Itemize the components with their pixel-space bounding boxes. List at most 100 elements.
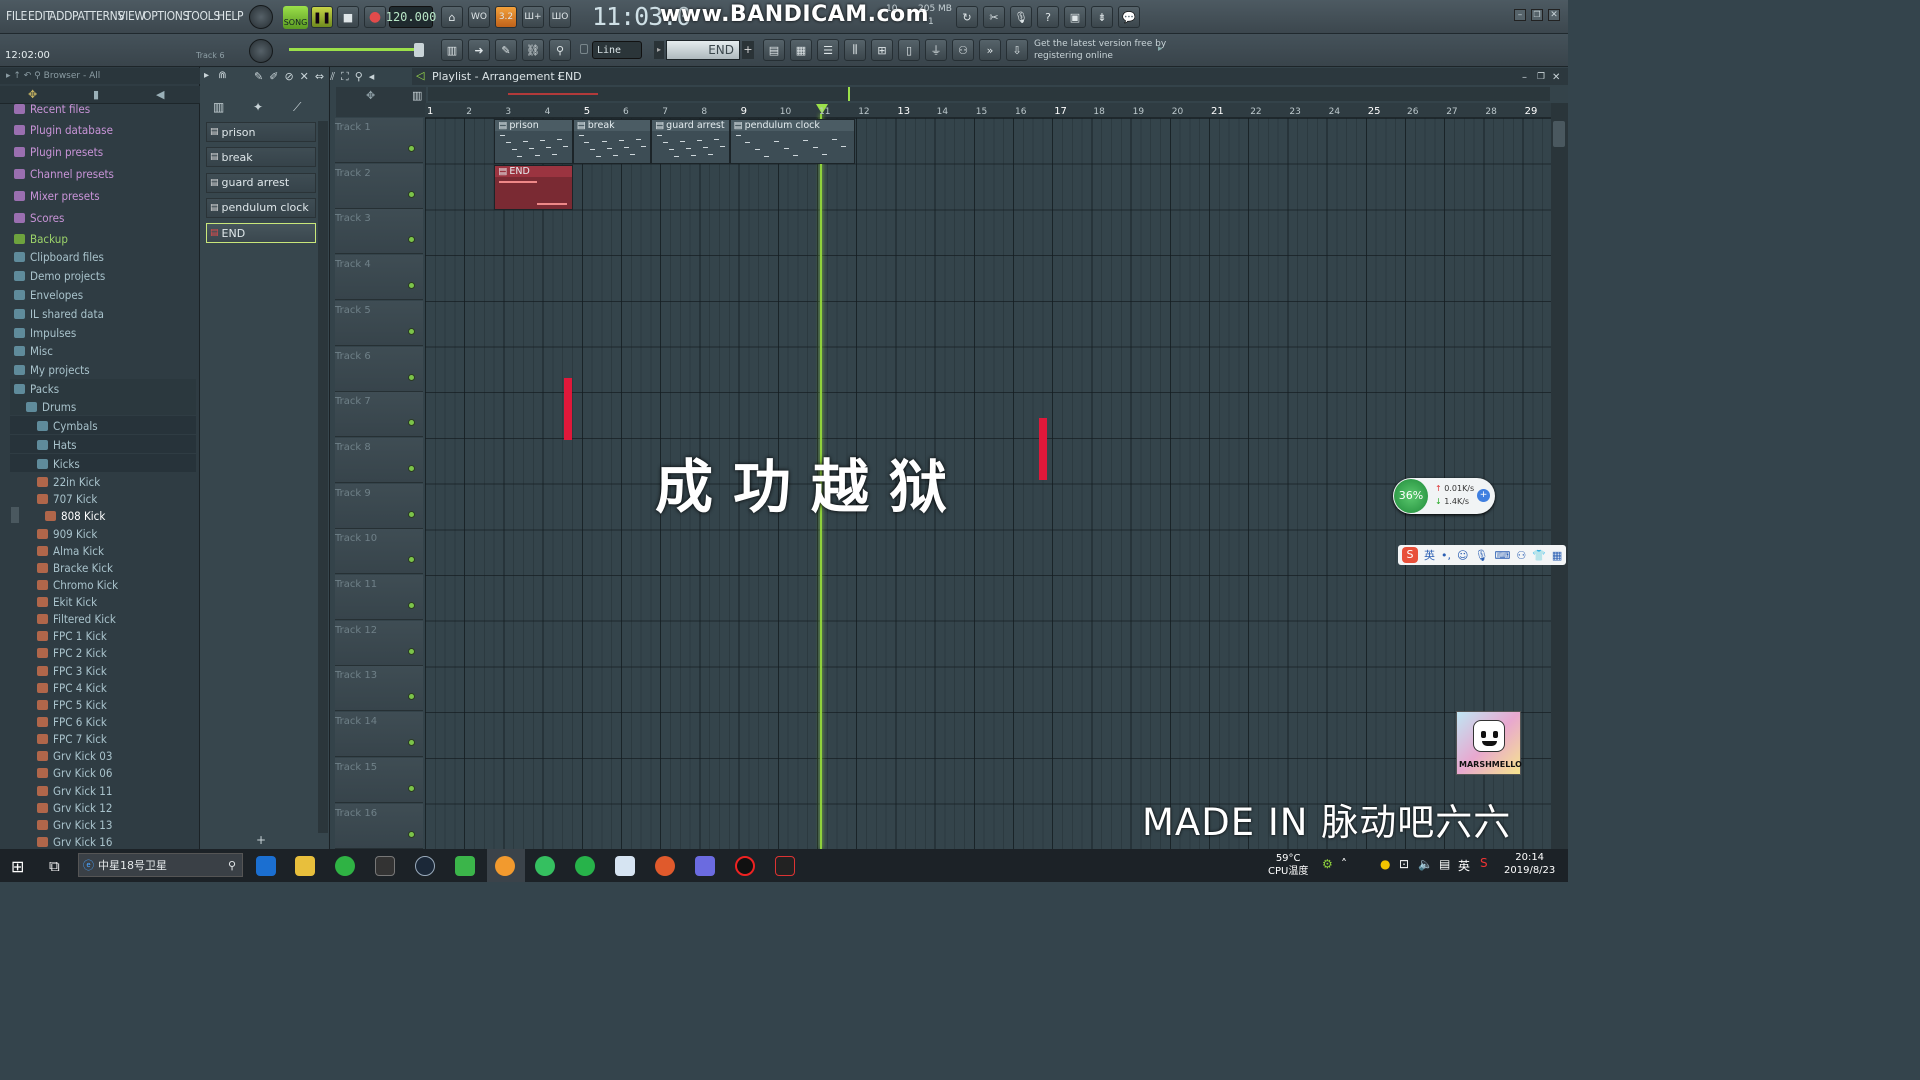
loop-record-button[interactable]: ШО: [549, 6, 571, 28]
browser-item[interactable]: Ekit Kick: [37, 595, 97, 609]
render-button[interactable]: ⇟: [1091, 6, 1113, 28]
track-mute-led[interactable]: [408, 510, 415, 518]
track-mute-led[interactable]: [408, 693, 415, 701]
taskbar-search-box[interactable]: ⓔ 中星18号卫星 ⚲: [78, 853, 243, 877]
snap-icon[interactable]: ✥: [366, 89, 375, 102]
browser-item[interactable]: Chromo Kick: [37, 578, 118, 592]
playlist-close-icon[interactable]: ✕: [1552, 72, 1560, 83]
browser-item[interactable]: Clipboard files: [14, 250, 104, 264]
playlist-play-icon[interactable]: ◁: [416, 69, 424, 82]
update-notice[interactable]: Get the latest version free by registeri…: [1034, 38, 1166, 62]
menu-help[interactable]: HELP: [217, 9, 244, 23]
punctuation-icon[interactable]: •,: [1441, 549, 1451, 562]
tools-icon[interactable]: ⚇: [1516, 549, 1526, 562]
pause-button[interactable]: ❚❚: [311, 6, 333, 28]
draw-tool-button[interactable]: ✎: [495, 39, 517, 61]
network-plus-icon[interactable]: +: [1477, 489, 1490, 502]
tray-security-icon[interactable]: ⚙: [1322, 857, 1333, 871]
tray-chevron-up-icon[interactable]: ˄: [1341, 857, 1347, 871]
chat-button[interactable]: 💬: [1118, 6, 1140, 28]
picker-piano-icon[interactable]: ▥: [213, 100, 224, 114]
emoji-icon[interactable]: ☺: [1457, 549, 1468, 562]
track-mute-led[interactable]: [408, 236, 415, 244]
browser-item[interactable]: Plugin presets: [14, 145, 103, 159]
time-scrollbar[interactable]: [428, 87, 1550, 101]
snap-select[interactable]: Line: [592, 41, 642, 59]
song-mode-toggle[interactable]: SONG: [283, 6, 308, 29]
browser-item[interactable]: Grv Kick 11: [37, 784, 112, 798]
browser-item[interactable]: Alma Kick: [37, 544, 104, 558]
bandicam-app-icon[interactable]: [775, 856, 795, 876]
tray-network-icon[interactable]: ⊡: [1399, 857, 1409, 871]
piano-roll-button[interactable]: ▥: [441, 39, 463, 61]
track-header[interactable]: Track 8: [335, 437, 423, 483]
track-mute-led[interactable]: [408, 739, 415, 747]
add-pattern-bottom-button[interactable]: +: [256, 833, 266, 847]
audio-input-button[interactable]: 🎙: [1010, 6, 1032, 28]
browser-item[interactable]: Recent files: [14, 102, 90, 116]
menu-view[interactable]: VIEW: [118, 9, 145, 23]
pattern-break[interactable]: ▤ break: [206, 147, 316, 168]
track-mute-led[interactable]: [408, 647, 415, 655]
pattern-prev-button[interactable]: ▸: [654, 41, 664, 59]
picker-audio-icon[interactable]: ✦: [253, 100, 263, 114]
track-header[interactable]: Track 12: [335, 620, 423, 666]
piano-mini-icon[interactable]: ▥: [412, 89, 422, 102]
grid-icon[interactable]: ▦: [1552, 549, 1562, 562]
menu-arrow-icon[interactable]: ▸: [204, 70, 209, 81]
picker-automation-icon[interactable]: ⟋: [293, 100, 301, 115]
track-mute-led[interactable]: [408, 830, 415, 838]
browser-item[interactable]: FPC 2 Kick: [37, 646, 107, 660]
picker-scrollbar[interactable]: [318, 121, 328, 833]
vertical-scrollbar-thumb[interactable]: [1553, 121, 1565, 147]
browser-item[interactable]: FPC 4 Kick: [37, 681, 107, 695]
recorder-button[interactable]: »: [979, 39, 1001, 61]
fl-studio-icon[interactable]: [495, 856, 515, 876]
track-mute-led[interactable]: [408, 556, 415, 564]
browser-item[interactable]: FPC 3 Kick: [37, 664, 107, 678]
tray-ime-indicator[interactable]: 英: [1458, 857, 1470, 874]
ime-language[interactable]: 英: [1424, 547, 1435, 563]
windows-start-icon[interactable]: ⊞: [11, 857, 24, 876]
master-volume-slider[interactable]: [289, 48, 419, 51]
track-header[interactable]: Track 16: [335, 803, 423, 849]
touch-keyboard-button[interactable]: ⚇: [952, 39, 974, 61]
origin-icon[interactable]: [655, 856, 675, 876]
browser-item[interactable]: FPC 1 Kick: [37, 629, 107, 643]
timeline-ruler[interactable]: [425, 103, 1551, 118]
tempo-display[interactable]: 120.000: [386, 6, 436, 28]
playlist-tools[interactable]: ✎✐⊘✕⇔⫽⛶⚲◂: [212, 70, 412, 84]
close-button[interactable]: ✕: [1548, 9, 1560, 21]
chat-app-icon[interactable]: [575, 856, 595, 876]
wait-input-button[interactable]: WO: [468, 6, 490, 28]
steam-icon[interactable]: [415, 856, 435, 876]
browser-item[interactable]: Grv Kick 13: [37, 818, 112, 832]
track-mute-led[interactable]: [408, 602, 415, 609]
download-button[interactable]: ⇩: [1006, 39, 1028, 61]
browser-item[interactable]: Grv Kick 06: [37, 766, 112, 780]
browser-item[interactable]: 909 Kick: [37, 527, 97, 541]
pattern-prison[interactable]: ▤ prison: [206, 122, 316, 142]
countdown-button[interactable]: 3.2: [495, 6, 517, 28]
project-button[interactable]: ▯: [898, 39, 920, 61]
track-header[interactable]: Track 1: [335, 118, 423, 163]
track-header[interactable]: Track 5: [335, 300, 423, 346]
playback-tool-icon[interactable]: ◂: [369, 70, 381, 83]
browser-item[interactable]: Hats: [37, 438, 77, 452]
menu-tools[interactable]: TOOLS: [185, 9, 220, 23]
track-header[interactable]: Track 10: [335, 529, 423, 575]
track-header[interactable]: Track 13: [335, 666, 423, 712]
select-tool-icon[interactable]: ⛶: [341, 70, 355, 83]
browser-item[interactable]: Cymbals: [37, 419, 98, 433]
stop-button[interactable]: ■: [337, 6, 359, 28]
tray-volume-icon[interactable]: 🔈: [1418, 857, 1433, 871]
browser-item[interactable]: FPC 7 Kick: [37, 732, 107, 746]
playlist-button[interactable]: ▤: [763, 39, 785, 61]
track-mute-led[interactable]: [408, 327, 415, 335]
chevron-right-icon[interactable]: ▸: [1158, 44, 1163, 54]
browser-item[interactable]: FPC 6 Kick: [37, 715, 107, 729]
track-header[interactable]: Track 4: [335, 255, 423, 301]
wechat-icon[interactable]: [335, 856, 355, 876]
track-header[interactable]: Track 9: [335, 483, 423, 529]
master-pitch-knob[interactable]: [249, 39, 273, 63]
